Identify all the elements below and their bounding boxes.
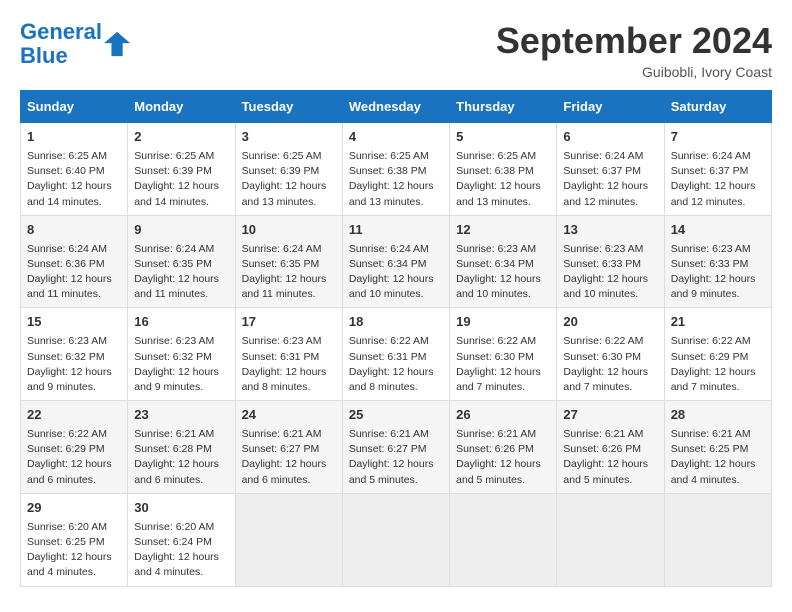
- calendar-cell: 9Sunrise: 6:24 AMSunset: 6:35 PMDaylight…: [128, 215, 235, 308]
- col-saturday: Saturday: [664, 91, 771, 123]
- col-wednesday: Wednesday: [342, 91, 449, 123]
- month-title: September 2024: [496, 20, 772, 62]
- calendar-cell: 3Sunrise: 6:25 AMSunset: 6:39 PMDaylight…: [235, 123, 342, 216]
- logo-icon: [104, 30, 132, 58]
- calendar-cell: 23Sunrise: 6:21 AMSunset: 6:28 PMDayligh…: [128, 401, 235, 494]
- calendar-cell: 27Sunrise: 6:21 AMSunset: 6:26 PMDayligh…: [557, 401, 664, 494]
- calendar-cell: [664, 493, 771, 586]
- logo: General Blue: [20, 20, 132, 68]
- calendar-cell: 11Sunrise: 6:24 AMSunset: 6:34 PMDayligh…: [342, 215, 449, 308]
- calendar-cell: 19Sunrise: 6:22 AMSunset: 6:30 PMDayligh…: [450, 308, 557, 401]
- location: Guibobli, Ivory Coast: [496, 64, 772, 80]
- col-monday: Monday: [128, 91, 235, 123]
- calendar-cell: 24Sunrise: 6:21 AMSunset: 6:27 PMDayligh…: [235, 401, 342, 494]
- calendar-cell: 1Sunrise: 6:25 AMSunset: 6:40 PMDaylight…: [21, 123, 128, 216]
- calendar-cell: [557, 493, 664, 586]
- calendar-cell: 14Sunrise: 6:23 AMSunset: 6:33 PMDayligh…: [664, 215, 771, 308]
- page-header: General Blue September 2024 Guibobli, Iv…: [20, 20, 772, 80]
- calendar-cell: 30Sunrise: 6:20 AMSunset: 6:24 PMDayligh…: [128, 493, 235, 586]
- col-friday: Friday: [557, 91, 664, 123]
- calendar-cell: 10Sunrise: 6:24 AMSunset: 6:35 PMDayligh…: [235, 215, 342, 308]
- header-row: Sunday Monday Tuesday Wednesday Thursday…: [21, 91, 772, 123]
- col-thursday: Thursday: [450, 91, 557, 123]
- calendar-cell: 12Sunrise: 6:23 AMSunset: 6:34 PMDayligh…: [450, 215, 557, 308]
- calendar-cell: 26Sunrise: 6:21 AMSunset: 6:26 PMDayligh…: [450, 401, 557, 494]
- calendar-cell: 15Sunrise: 6:23 AMSunset: 6:32 PMDayligh…: [21, 308, 128, 401]
- calendar-cell: 29Sunrise: 6:20 AMSunset: 6:25 PMDayligh…: [21, 493, 128, 586]
- week-row: 29Sunrise: 6:20 AMSunset: 6:25 PMDayligh…: [21, 493, 772, 586]
- title-area: September 2024 Guibobli, Ivory Coast: [496, 20, 772, 80]
- calendar-cell: 18Sunrise: 6:22 AMSunset: 6:31 PMDayligh…: [342, 308, 449, 401]
- calendar-cell: 28Sunrise: 6:21 AMSunset: 6:25 PMDayligh…: [664, 401, 771, 494]
- week-row: 15Sunrise: 6:23 AMSunset: 6:32 PMDayligh…: [21, 308, 772, 401]
- col-tuesday: Tuesday: [235, 91, 342, 123]
- calendar-cell: 21Sunrise: 6:22 AMSunset: 6:29 PMDayligh…: [664, 308, 771, 401]
- calendar-cell: 13Sunrise: 6:23 AMSunset: 6:33 PMDayligh…: [557, 215, 664, 308]
- calendar-cell: 17Sunrise: 6:23 AMSunset: 6:31 PMDayligh…: [235, 308, 342, 401]
- calendar-table: Sunday Monday Tuesday Wednesday Thursday…: [20, 90, 772, 587]
- calendar-cell: 16Sunrise: 6:23 AMSunset: 6:32 PMDayligh…: [128, 308, 235, 401]
- calendar-cell: 20Sunrise: 6:22 AMSunset: 6:30 PMDayligh…: [557, 308, 664, 401]
- calendar-cell: 7Sunrise: 6:24 AMSunset: 6:37 PMDaylight…: [664, 123, 771, 216]
- calendar-cell: 8Sunrise: 6:24 AMSunset: 6:36 PMDaylight…: [21, 215, 128, 308]
- calendar-cell: [342, 493, 449, 586]
- col-sunday: Sunday: [21, 91, 128, 123]
- week-row: 8Sunrise: 6:24 AMSunset: 6:36 PMDaylight…: [21, 215, 772, 308]
- calendar-cell: 4Sunrise: 6:25 AMSunset: 6:38 PMDaylight…: [342, 123, 449, 216]
- calendar-cell: [450, 493, 557, 586]
- calendar-cell: 22Sunrise: 6:22 AMSunset: 6:29 PMDayligh…: [21, 401, 128, 494]
- calendar-cell: 5Sunrise: 6:25 AMSunset: 6:38 PMDaylight…: [450, 123, 557, 216]
- week-row: 22Sunrise: 6:22 AMSunset: 6:29 PMDayligh…: [21, 401, 772, 494]
- week-row: 1Sunrise: 6:25 AMSunset: 6:40 PMDaylight…: [21, 123, 772, 216]
- calendar-cell: [235, 493, 342, 586]
- calendar-cell: 25Sunrise: 6:21 AMSunset: 6:27 PMDayligh…: [342, 401, 449, 494]
- calendar-cell: 2Sunrise: 6:25 AMSunset: 6:39 PMDaylight…: [128, 123, 235, 216]
- calendar-cell: 6Sunrise: 6:24 AMSunset: 6:37 PMDaylight…: [557, 123, 664, 216]
